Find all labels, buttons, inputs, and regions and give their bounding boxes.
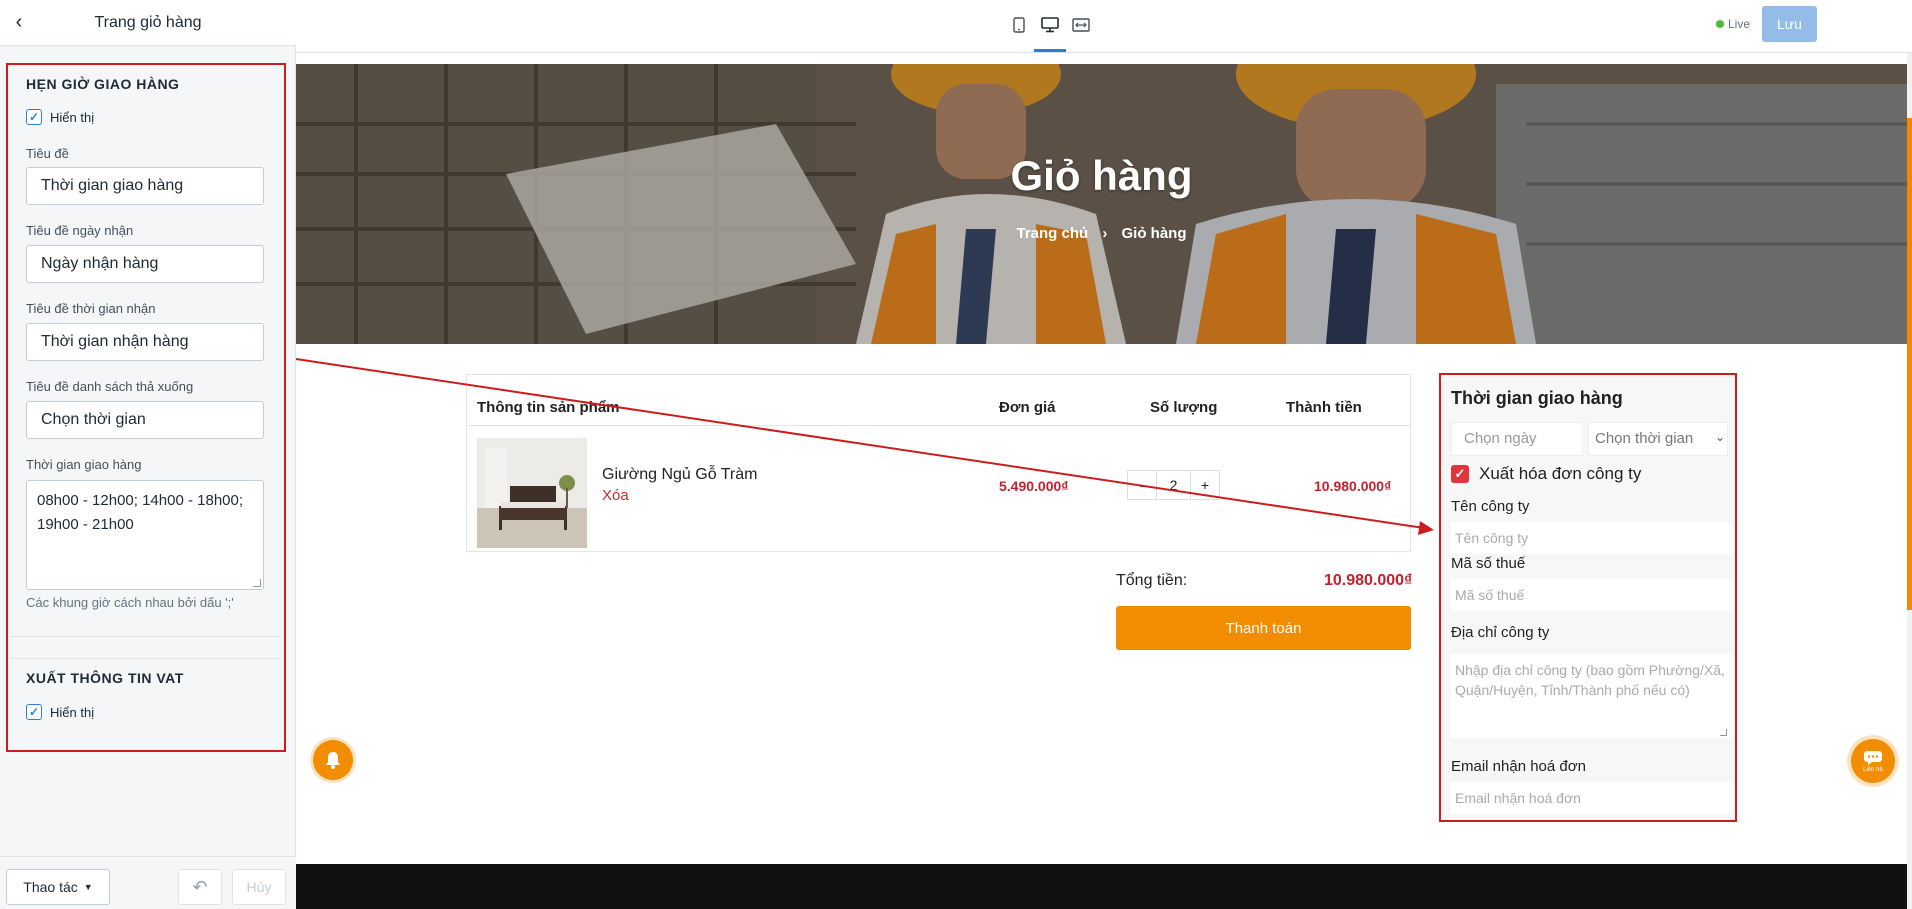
annotation-highlight-box: [1439, 373, 1737, 822]
section-divider: [10, 636, 280, 637]
delivery-show-label: Hiển thị: [50, 109, 95, 125]
qty-increase-button[interactable]: +: [1191, 471, 1219, 499]
dropdown-title-field-label: Tiêu đề danh sách thả xuống: [26, 379, 194, 394]
store-footer: [296, 864, 1907, 909]
resize-grip-icon[interactable]: [253, 579, 261, 587]
vat-section-title: XUẤT THÔNG TIN VAT: [26, 670, 184, 686]
checkbox-checked-icon[interactable]: ✓: [26, 704, 42, 720]
undo-icon: ↶: [192, 876, 208, 897]
delivery-slots-hint: Các khung giờ cách nhau bởi dấu ';': [26, 595, 234, 610]
breadcrumb-current: Giỏ hàng: [1121, 225, 1187, 242]
fullwidth-icon[interactable]: [1070, 14, 1092, 36]
header-qty: Số lượng: [1150, 399, 1218, 416]
cancel-button[interactable]: Hủy: [232, 869, 286, 905]
unit-price: 5.490.000₫: [999, 478, 1069, 494]
breadcrumb-home-link[interactable]: Trang chủ: [1016, 225, 1088, 242]
vat-show-label: Hiển thị: [50, 704, 95, 720]
hero-background-image: [296, 64, 1907, 344]
actions-dropdown-button[interactable]: Thao tác ▼: [6, 869, 110, 905]
title-field-input[interactable]: Thời gian giao hàng: [26, 167, 264, 205]
vat-show-toggle[interactable]: ✓ Hiển thị: [26, 704, 94, 720]
settings-sidebar: ‹ Trang giỏ hàng HẸN GIỜ GIAO HÀNG ✓ Hiể…: [0, 0, 296, 909]
actions-label: Thao tác: [23, 879, 78, 895]
sidebar-title: Trang giỏ hàng: [94, 14, 202, 31]
date-title-field-input[interactable]: Ngày nhận hàng: [26, 245, 264, 283]
delivery-slots-textarea[interactable]: 08h00 - 12h00; 14h00 - 18h00; 19h00 - 21…: [26, 480, 264, 590]
remove-item-link[interactable]: Xóa: [602, 487, 629, 504]
chat-icon: [1864, 750, 1882, 765]
top-toolbar: Live Lưu: [296, 0, 1912, 53]
cart-sum-value: 10.980.000₫: [1324, 572, 1413, 589]
dropdown-title-field-input[interactable]: Chọn thời gian: [26, 401, 264, 439]
delivery-section-title: HẸN GIỜ GIAO HÀNG: [26, 76, 180, 92]
qty-decrease-button[interactable]: -: [1128, 471, 1156, 499]
caret-down-icon: ▼: [83, 882, 93, 892]
undo-button[interactable]: ↶: [178, 869, 222, 905]
time-title-field-label: Tiêu đề thời gian nhận: [26, 301, 156, 316]
header-price: Đơn giá: [999, 399, 1056, 416]
product-image[interactable]: [477, 438, 587, 548]
delivery-slots-label: Thời gian giao hàng: [26, 457, 142, 472]
title-field-label: Tiêu đề: [26, 146, 69, 161]
chat-contact-label: Liên hệ: [1863, 766, 1883, 773]
sidebar-header: ‹ Trang giỏ hàng: [0, 0, 296, 46]
header-total: Thành tiền: [1286, 399, 1362, 416]
line-total: 10.980.000₫: [1314, 478, 1392, 494]
chat-contact-button[interactable]: Liên hệ: [1851, 739, 1895, 783]
save-button[interactable]: Lưu: [1762, 6, 1817, 42]
preview-scrollbar-thumb[interactable]: [1907, 118, 1912, 610]
page-title: Giỏ hàng: [1010, 152, 1193, 199]
header-product: Thông tin sản phẩm: [477, 399, 620, 416]
delivery-show-toggle[interactable]: ✓ Hiển thị: [26, 109, 94, 125]
mobile-icon[interactable]: [1008, 14, 1030, 36]
active-device-indicator: [1034, 49, 1066, 52]
checkbox-checked-icon[interactable]: ✓: [26, 109, 42, 125]
desktop-icon[interactable]: [1039, 14, 1061, 36]
hero-banner: Giỏ hàng Trang chủ › Giỏ hàng: [296, 64, 1907, 344]
qty-value-input[interactable]: 2: [1156, 471, 1191, 499]
breadcrumb-separator-icon: ›: [1102, 225, 1108, 242]
cart-sum-label: Tổng tiền:: [1116, 572, 1188, 589]
bed-image-icon: [477, 438, 587, 548]
product-name[interactable]: Giường Ngủ Gỗ Tràm: [602, 466, 757, 484]
live-status-label: Live: [1728, 17, 1751, 31]
quantity-stepper: - 2 +: [1127, 470, 1220, 500]
breadcrumb: Trang chủ › Giỏ hàng: [296, 225, 1907, 242]
editor-root: ‹ Trang giỏ hàng HẸN GIỜ GIAO HÀNG ✓ Hiể…: [0, 0, 1912, 909]
cart-table: Thông tin sản phẩm Đơn giá Số lượng Thàn…: [466, 374, 1411, 552]
header-divider: [467, 425, 1410, 426]
section-divider: [10, 658, 280, 659]
bell-icon[interactable]: [313, 740, 353, 780]
storefront-preview: Giỏ hàng Trang chủ › Giỏ hàng Thông tin …: [296, 64, 1907, 909]
checkout-button[interactable]: Thanh toán: [1116, 606, 1411, 650]
live-status-dot: [1716, 20, 1724, 28]
time-title-field-input[interactable]: Thời gian nhận hàng: [26, 323, 264, 361]
date-title-field-label: Tiêu đề ngày nhận: [26, 223, 134, 238]
